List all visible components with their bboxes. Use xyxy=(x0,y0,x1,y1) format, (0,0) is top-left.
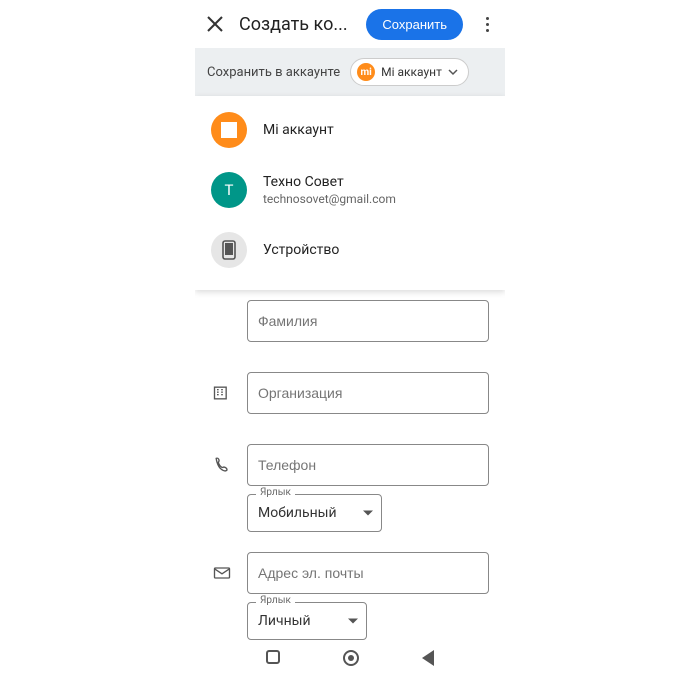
email-icon xyxy=(211,563,233,583)
chevron-down-icon xyxy=(448,67,458,77)
phone-input[interactable] xyxy=(247,444,489,486)
avatar: T xyxy=(211,172,247,208)
lastname-input[interactable] xyxy=(247,300,489,342)
dropdown-item-device[interactable]: Устройство xyxy=(195,220,505,280)
select-value: Мобильный xyxy=(258,505,337,521)
organization-input[interactable] xyxy=(247,372,489,414)
page-title: Создать ко... xyxy=(235,14,358,35)
email-input[interactable] xyxy=(247,552,489,594)
phone-type-select[interactable]: Ярлык Мобильный xyxy=(247,494,382,532)
dropdown-item-label: Техно Совет xyxy=(263,174,396,190)
contact-form: Ярлык Мобильный Ярлык Личный xyxy=(195,290,505,640)
account-dropdown: Mi аккаунт T Техно Совет technosovet@gma… xyxy=(195,96,505,290)
mi-icon: mi xyxy=(357,63,375,81)
nav-back-icon[interactable] xyxy=(422,650,434,666)
email-type-select[interactable]: Ярлык Личный xyxy=(247,602,367,640)
dropdown-item-mi[interactable]: Mi аккаунт xyxy=(195,100,505,160)
select-value: Личный xyxy=(258,613,311,629)
dropdown-item-label: Устройство xyxy=(263,242,339,258)
save-button[interactable]: Сохранить xyxy=(366,9,463,40)
dropdown-item-label: Mi аккаунт xyxy=(263,122,334,138)
dropdown-item-google[interactable]: T Техно Совет technosovet@gmail.com xyxy=(195,160,505,220)
account-chip[interactable]: mi Mi аккаунт xyxy=(350,58,469,86)
mi-icon xyxy=(211,112,247,148)
more-menu-icon[interactable] xyxy=(477,14,497,34)
account-bar: Сохранить в аккаунте mi Mi аккаунт xyxy=(195,48,505,96)
device-icon xyxy=(211,232,247,268)
organization-icon xyxy=(211,383,233,403)
account-bar-label: Сохранить в аккаунте xyxy=(207,65,340,80)
android-navbar xyxy=(195,640,505,676)
select-label: Ярлык xyxy=(256,487,295,498)
select-label: Ярлык xyxy=(256,595,295,606)
dropdown-item-email: technosovet@gmail.com xyxy=(263,192,396,206)
phone-icon xyxy=(211,455,233,475)
caret-down-icon xyxy=(363,511,373,516)
caret-down-icon xyxy=(348,619,358,624)
account-chip-label: Mi аккаунт xyxy=(381,65,442,79)
close-icon[interactable] xyxy=(203,12,227,36)
nav-recent-icon[interactable] xyxy=(266,650,280,664)
nav-home-icon[interactable] xyxy=(343,650,359,666)
